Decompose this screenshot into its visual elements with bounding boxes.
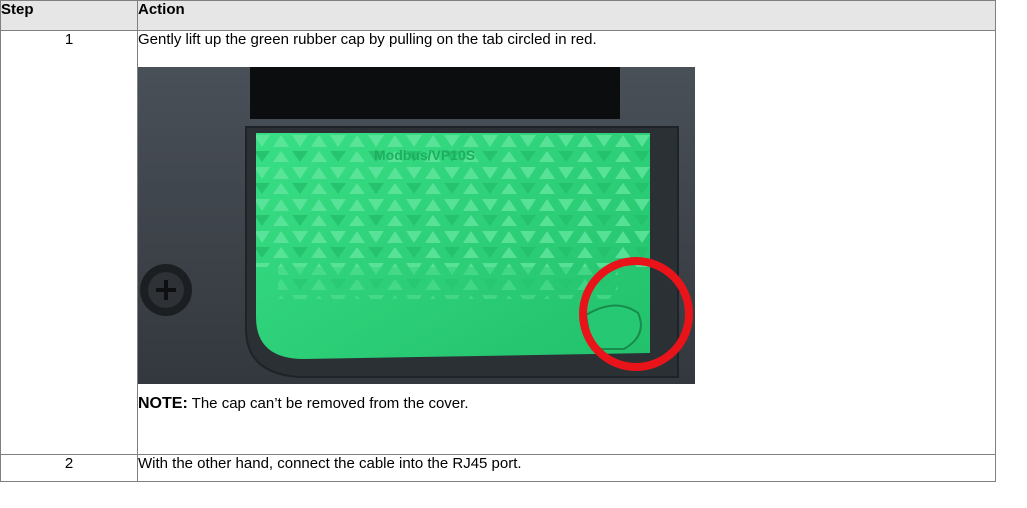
table-header-row: Step Action [0,0,996,31]
cap-embossed-label: Modbus/VP10S [374,147,475,163]
step-number: 2 [0,454,138,482]
column-header-action: Action [137,0,996,31]
step-number: 1 [0,30,138,455]
table-row: 1 Gently lift up the green rubber cap by… [0,30,996,455]
table-row: 2 With the other hand, connect the cable… [0,454,996,482]
column-header-step: Step [0,0,138,31]
device-illustration: Modbus/VP10S [138,67,695,384]
device-slot [250,67,620,119]
note: NOTE: The cap can’t be removed from the … [138,395,995,413]
action-cell: Gently lift up the green rubber cap by p… [137,30,996,455]
action-text: Gently lift up the green rubber cap by p… [138,31,597,48]
note-text: The cap can’t be removed from the cover. [187,395,469,412]
procedure-table: Step Action 1 Gently lift up the green r… [0,0,996,482]
rubber-cap-photo: Modbus/VP10S [138,67,695,384]
action-text: With the other hand, connect the cable i… [137,454,996,482]
note-label: NOTE: [138,395,188,412]
